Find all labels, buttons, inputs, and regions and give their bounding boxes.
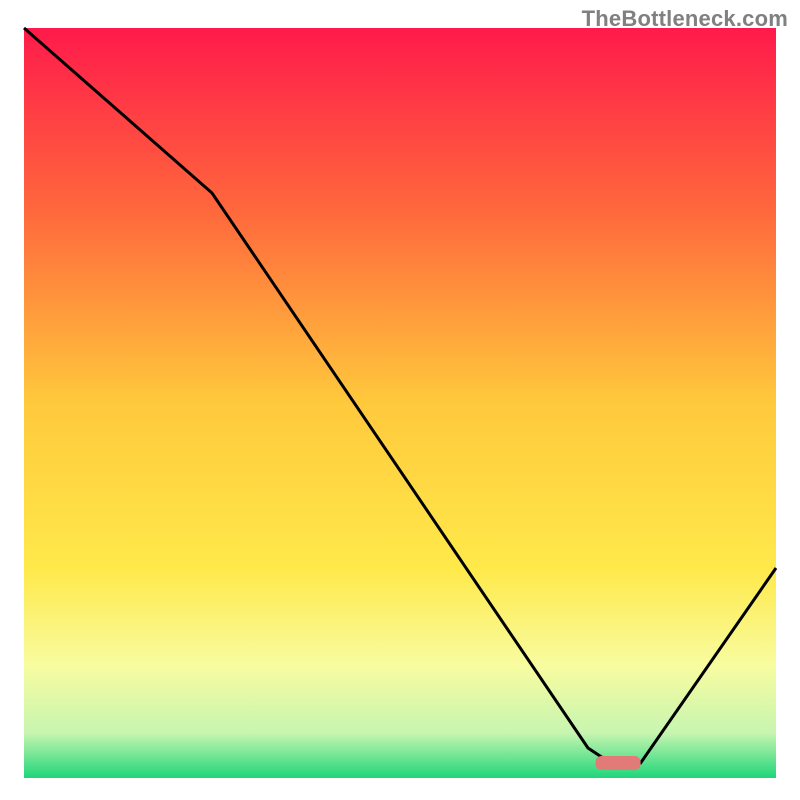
optimum-marker [596,756,641,770]
plot-area [24,28,776,778]
chart-container: TheBottleneck.com [0,0,800,800]
bottleneck-chart [0,0,800,800]
watermark-label: TheBottleneck.com [582,6,788,32]
